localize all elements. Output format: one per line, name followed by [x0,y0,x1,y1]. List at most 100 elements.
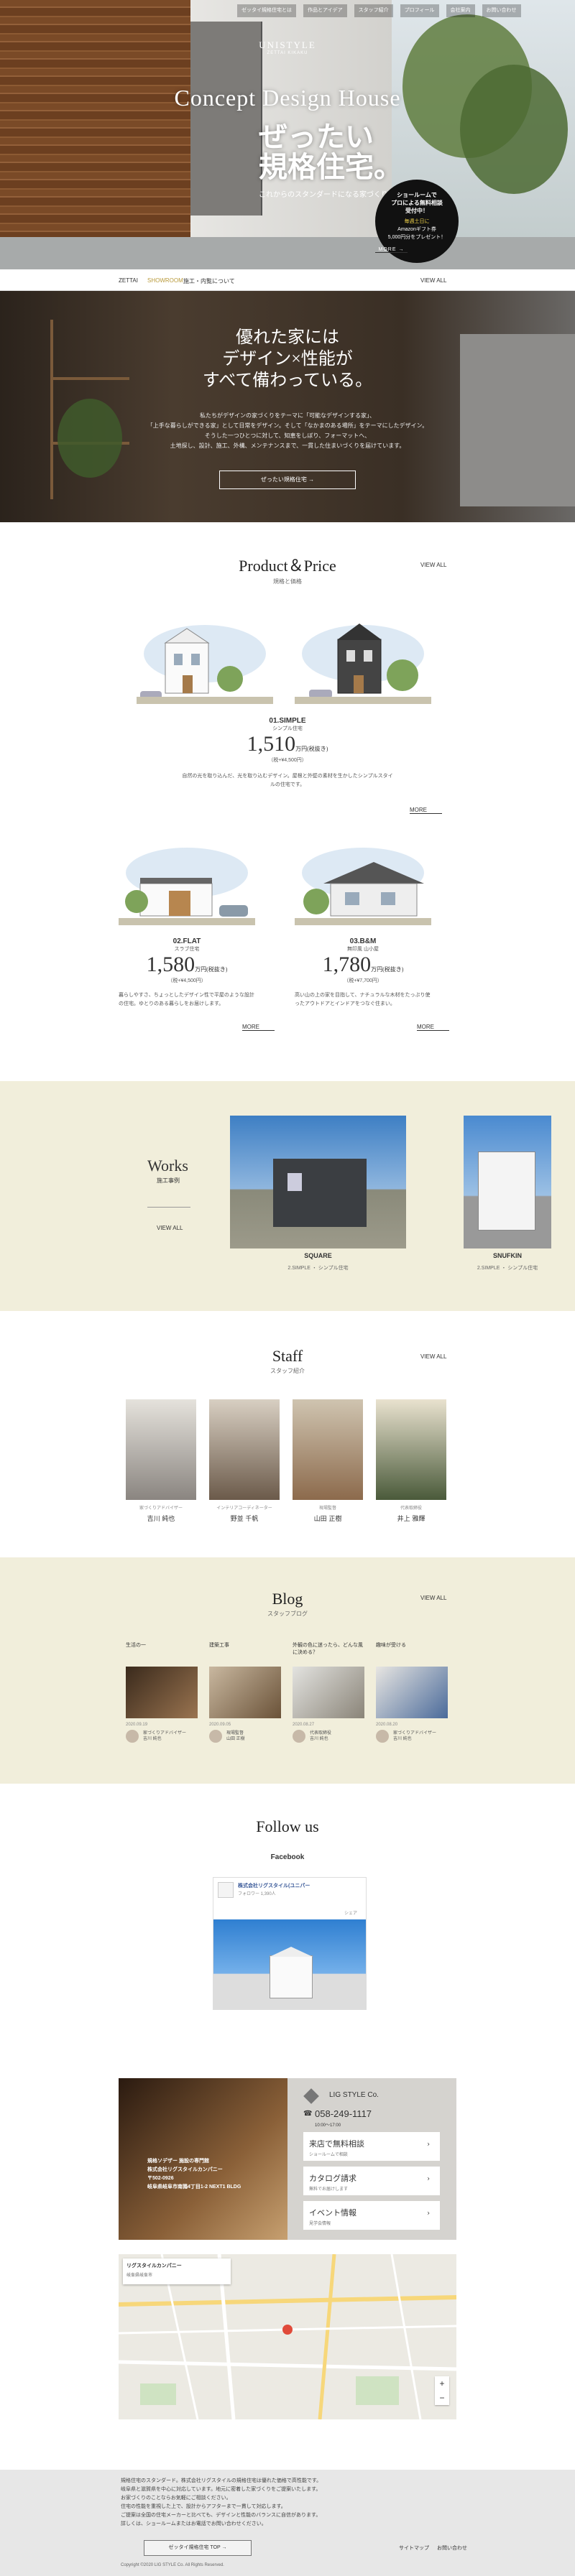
staff-role: インテリアコーディネーター [216,1506,272,1511]
blog-thumb [376,1667,448,1718]
blog-author: 現場監督 山田 正樹 [209,1730,281,1743]
nav-item[interactable]: 作品とアイデア [303,4,347,17]
cta-sub: 見学会情報 [309,2222,331,2226]
nav-item[interactable]: 会社案内 [446,4,475,17]
badge-more-link[interactable]: MORE → [375,247,408,253]
staff-name: 山田 正樹 [313,1516,342,1523]
showroom-block: 規格ソデザー 施設の専門館 株式会社リグスタイルカンパニー 〒502-0926 … [119,2078,456,2240]
hero-title-jp-line2: 規格住宅。 [259,150,402,184]
footer-line: お家づくりのことならお気軽にご相談ください。 [121,2496,231,2501]
blog-title: Blog [272,1590,303,1608]
footer-link-sitemap[interactable]: サイトマップ [399,2544,429,2552]
product-card-simple[interactable]: 01.SIMPLE シンプル住宅 1,510万円(税抜き) （税+¥4,500円… [180,717,395,789]
works-photo-snufkin[interactable] [464,1116,551,1248]
chevron-right-icon: › [427,2175,430,2183]
works-desc: 2.SIMPLE ・ シンプル住宅 [477,1266,538,1271]
product-tax: （税+¥4,500円） [167,978,206,983]
map-place-sub: 岐阜県岐阜市 [126,2274,153,2278]
product-view-all[interactable]: VIEW ALL [420,562,446,568]
concept-body-line: 土地探し、設計、施工、外構、メンテナンスまで、一貫した住まいづくりを届けています… [170,443,405,449]
blog-card[interactable]: 建築工事 2020.09.05 現場監督 山田 正樹 [209,1642,281,1743]
blog-card[interactable]: 生活の一 2020.09.19 家づくりアドバイザー 吉川 純也 [126,1642,198,1743]
map-zoom-controls: + − [435,2376,449,2405]
staff-card[interactable]: インテリアコーディネーター 野並 千帆 [209,1399,280,1523]
blog-author: 家づくりアドバイザー 吉川 純也 [376,1730,448,1743]
blog-author-name: 山田 正樹 [226,1737,245,1741]
staff-title: Staff [272,1347,303,1365]
works-subtitle: 施工事例 [157,1177,180,1184]
company-phone[interactable]: 058-249-1117 [315,2108,372,2119]
product-more-bm[interactable]: MORE [417,1024,449,1031]
crumb-home[interactable]: ZETTAI [119,277,138,284]
nav-item[interactable]: お問い合わせ [482,4,521,17]
site-logo[interactable]: UNISTYLE ZETTAI KIKAKU [248,40,327,55]
product-price: 1,580万円(税抜き) [119,953,255,977]
blog-subtitle: スタッフブログ [267,1611,308,1617]
nav-item[interactable]: スタッフ紹介 [354,4,393,17]
product-price: 1,510万円(税抜き) [180,732,395,756]
copyright: Copyright ©2020 LIG STYLE Co. All Rights… [121,2563,224,2567]
product-card-bm[interactable]: 03.B&M 無印風 山小屋 1,780万円(税抜き) （税+¥7,700円） … [295,937,431,1009]
showroom-photo-line: 〒502-0926 [147,2176,174,2181]
fb-page-name[interactable]: 株式会社リグスタイル(ユニパー [238,1882,310,1889]
product-card-flat[interactable]: 02.FLAT スラブ住宅 1,580万円(税抜き) （税+¥4,500円） 暮… [119,937,255,1009]
fb-post-image[interactable] [213,1919,366,2009]
facebook-widget[interactable]: 株式会社リグスタイル(ユニパー フォロワー 1,390人 シェア [213,1877,367,2010]
cta-label: カタログ請求 [309,2174,356,2183]
fb-page-followers: フォロワー 1,390人 [238,1892,276,1896]
works-photo-square[interactable] [230,1116,406,1248]
blog-thumb [126,1667,198,1718]
blog-date: 2020.08.20 [376,1723,398,1727]
product-subtitle: 規格と価格 [273,578,302,585]
blog-view-all[interactable]: VIEW ALL [420,1595,446,1601]
avatar [376,1730,389,1743]
nav-item[interactable]: ゼッタイ規格住宅とは [237,4,296,17]
cta-catalog[interactable]: カタログ請求 無料でお届けします › [303,2167,440,2195]
badge-line: ショールームで [397,192,437,198]
crumb-current[interactable]: SHOWROOM [147,277,183,284]
product-price-value: 1,780 [322,953,372,976]
concept-title-line: 優れた家には [236,328,339,347]
map-embed[interactable]: リグスタイルカンパニー 岐阜県岐阜市 + − [119,2254,456,2419]
nav-item[interactable]: プロフィール [400,4,439,17]
works-section: Works 施工事例 VIEW ALL SQUARE 2.SIMPLE ・ シン… [0,1081,575,1311]
product-more-flat[interactable]: MORE [242,1024,275,1031]
fb-page-avatar [218,1882,234,1898]
facebook-label: Facebook [270,1853,305,1861]
showroom-badge[interactable]: ショールームで プロによる無料相談 受付中！ 毎週土日に Amazonギフト券 … [375,180,459,263]
staff-card[interactable]: 家づくりアドバイザー 吉川 純也 [126,1399,196,1523]
concept-button[interactable]: ぜったい規格住宅 → [219,471,356,489]
zoom-in-button[interactable]: + [435,2376,449,2391]
works-view-all[interactable]: VIEW ALL [157,1225,183,1231]
staff-card[interactable]: 代表取締役 井上 雅輝 [376,1399,446,1523]
house-illustration-flat [119,848,255,925]
product-tax: （税+¥7,700円） [344,978,382,983]
staff-card[interactable]: 現場監督 山田 正樹 [293,1399,363,1523]
product-more-simple[interactable]: MORE [410,807,442,814]
staff-view-all[interactable]: VIEW ALL [420,1353,446,1360]
blog-thumb [209,1667,281,1718]
phone-icon: ☎ [303,2110,313,2118]
blog-card[interactable]: 趣味が受ける 2020.08.20 家づくりアドバイザー 吉川 純也 [376,1642,448,1743]
product-sub: スラブ住宅 [174,947,200,952]
showroom-info: LIG STYLE Co. ☎ 058-249-1117 10:00～17:00… [288,2078,456,2240]
zoom-out-button[interactable]: − [435,2391,449,2405]
cta-sub: ショールームで相談 [309,2153,348,2157]
blog-card[interactable]: 外観の色に迷ったら、どんな風に決める？ 2020.08.27 代表取締役 吉川 純… [293,1642,364,1743]
blog-author-name: 吉川 純也 [393,1737,412,1741]
footer-link-contact[interactable]: お問い合わせ [437,2544,467,2552]
product-price-unit: 万円(税抜き) [371,966,404,973]
blog-author-name: 吉川 純也 [310,1737,328,1741]
product-price-unit: 万円(税抜き) [295,746,328,752]
crumb-view-all[interactable]: VIEW ALL [420,277,446,284]
showroom-photo-text: 規格ソデザー 施設の専門館 株式会社リグスタイルカンパニー 〒502-0926 … [147,2157,241,2192]
map-info-card: リグスタイルカンパニー 岐阜県岐阜市 [123,2258,231,2284]
works-desc: 2.SIMPLE ・ シンプル住宅 [288,1266,349,1271]
cta-consult[interactable]: 来店で無料相談 ショールームで相談 › [303,2132,440,2161]
crumb-menu[interactable]: 施工・内覧について [183,277,235,285]
fb-share[interactable]: シェア [344,1909,357,1916]
cta-event[interactable]: イベント情報 見学会情報 › [303,2201,440,2230]
concept-title-line: デザイン×性能が [222,350,353,369]
hero-tree-2 [460,65,568,194]
footer-top-button[interactable]: ゼッタイ規格住宅 TOP → [144,2540,252,2556]
